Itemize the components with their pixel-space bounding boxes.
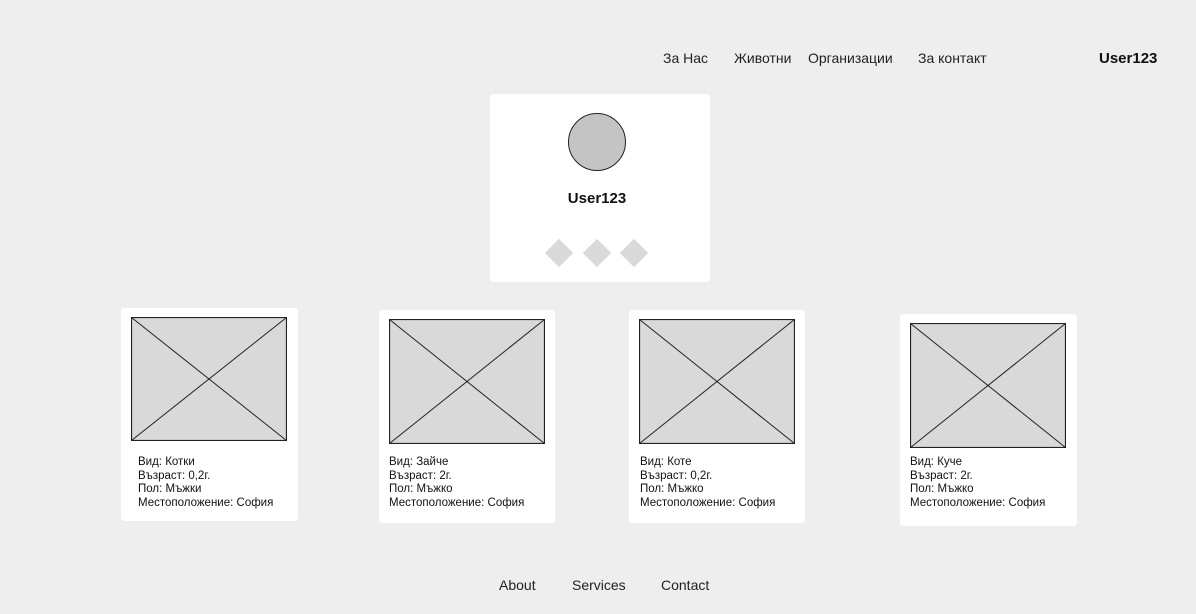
nav-item-contact[interactable]: За контакт: [918, 50, 987, 66]
animal-age: Възраст: 0,2г.: [640, 469, 713, 482]
animal-species: Вид: Куче: [910, 456, 963, 468]
animal-info: Вид: Котки Възраст: 0,2г. Пол: Мъжки Мес…: [138, 456, 273, 510]
animal-info: Вид: Куче Възраст: 2г. Пол: Мъжко Местоп…: [910, 456, 1045, 510]
animal-species: Вид: Коте: [640, 456, 692, 468]
profile-action-icon[interactable]: [619, 238, 649, 268]
animal-card[interactable]: Вид: Куче Възраст: 2г. Пол: Мъжко Местоп…: [900, 314, 1077, 526]
footer-link-services[interactable]: Services: [572, 577, 626, 593]
page: За Нас Животни Организации За контакт Us…: [0, 0, 1196, 614]
animal-location: Местоположение: София: [910, 496, 1046, 509]
animal-species: Вид: Котки: [138, 456, 195, 468]
animal-location: Местоположение: София: [138, 496, 274, 509]
animal-age: Възраст: 2г.: [910, 469, 973, 482]
animal-card[interactable]: Вид: Зайче Възраст: 2г. Пол: Мъжко Место…: [379, 310, 555, 523]
profile-username: User123: [567, 190, 627, 207]
animal-sex: Пол: Мъжко: [640, 483, 704, 496]
nav-item-animals[interactable]: Животни: [734, 50, 791, 66]
image-placeholder-icon: [639, 319, 795, 444]
animal-card[interactable]: Вид: Коте Възраст: 0,2г. Пол: Мъжко Мест…: [629, 310, 805, 523]
animal-info: Вид: Зайче Възраст: 2г. Пол: Мъжко Место…: [389, 456, 524, 510]
avatar: [568, 113, 626, 171]
profile-card: User123: [490, 94, 710, 282]
profile-action-icon[interactable]: [544, 238, 574, 268]
animal-sex: Пол: Мъжко: [910, 483, 974, 496]
animal-info: Вид: Коте Възраст: 0,2г. Пол: Мъжко Мест…: [640, 456, 775, 510]
animal-species: Вид: Зайче: [389, 456, 449, 468]
profile-action-icon[interactable]: [582, 238, 612, 268]
animal-location: Местоположение: София: [640, 496, 776, 509]
footer-link-contact[interactable]: Contact: [661, 577, 709, 593]
animal-location: Местоположение: София: [389, 496, 525, 509]
animal-age: Възраст: 2г.: [389, 469, 452, 482]
footer-link-about[interactable]: About: [499, 577, 536, 593]
image-placeholder-icon: [389, 319, 545, 444]
animal-card[interactable]: Вид: Котки Възраст: 0,2г. Пол: Мъжки Мес…: [121, 308, 298, 521]
nav-item-organizations[interactable]: Организации: [808, 50, 893, 66]
image-placeholder-icon: [131, 317, 287, 441]
image-placeholder-icon: [910, 323, 1066, 448]
animal-sex: Пол: Мъжко: [389, 483, 453, 496]
animal-sex: Пол: Мъжки: [138, 483, 202, 496]
user-menu-link[interactable]: User123: [1099, 50, 1157, 67]
nav-item-about[interactable]: За Нас: [663, 50, 708, 66]
animal-age: Възраст: 0,2г.: [138, 469, 211, 482]
